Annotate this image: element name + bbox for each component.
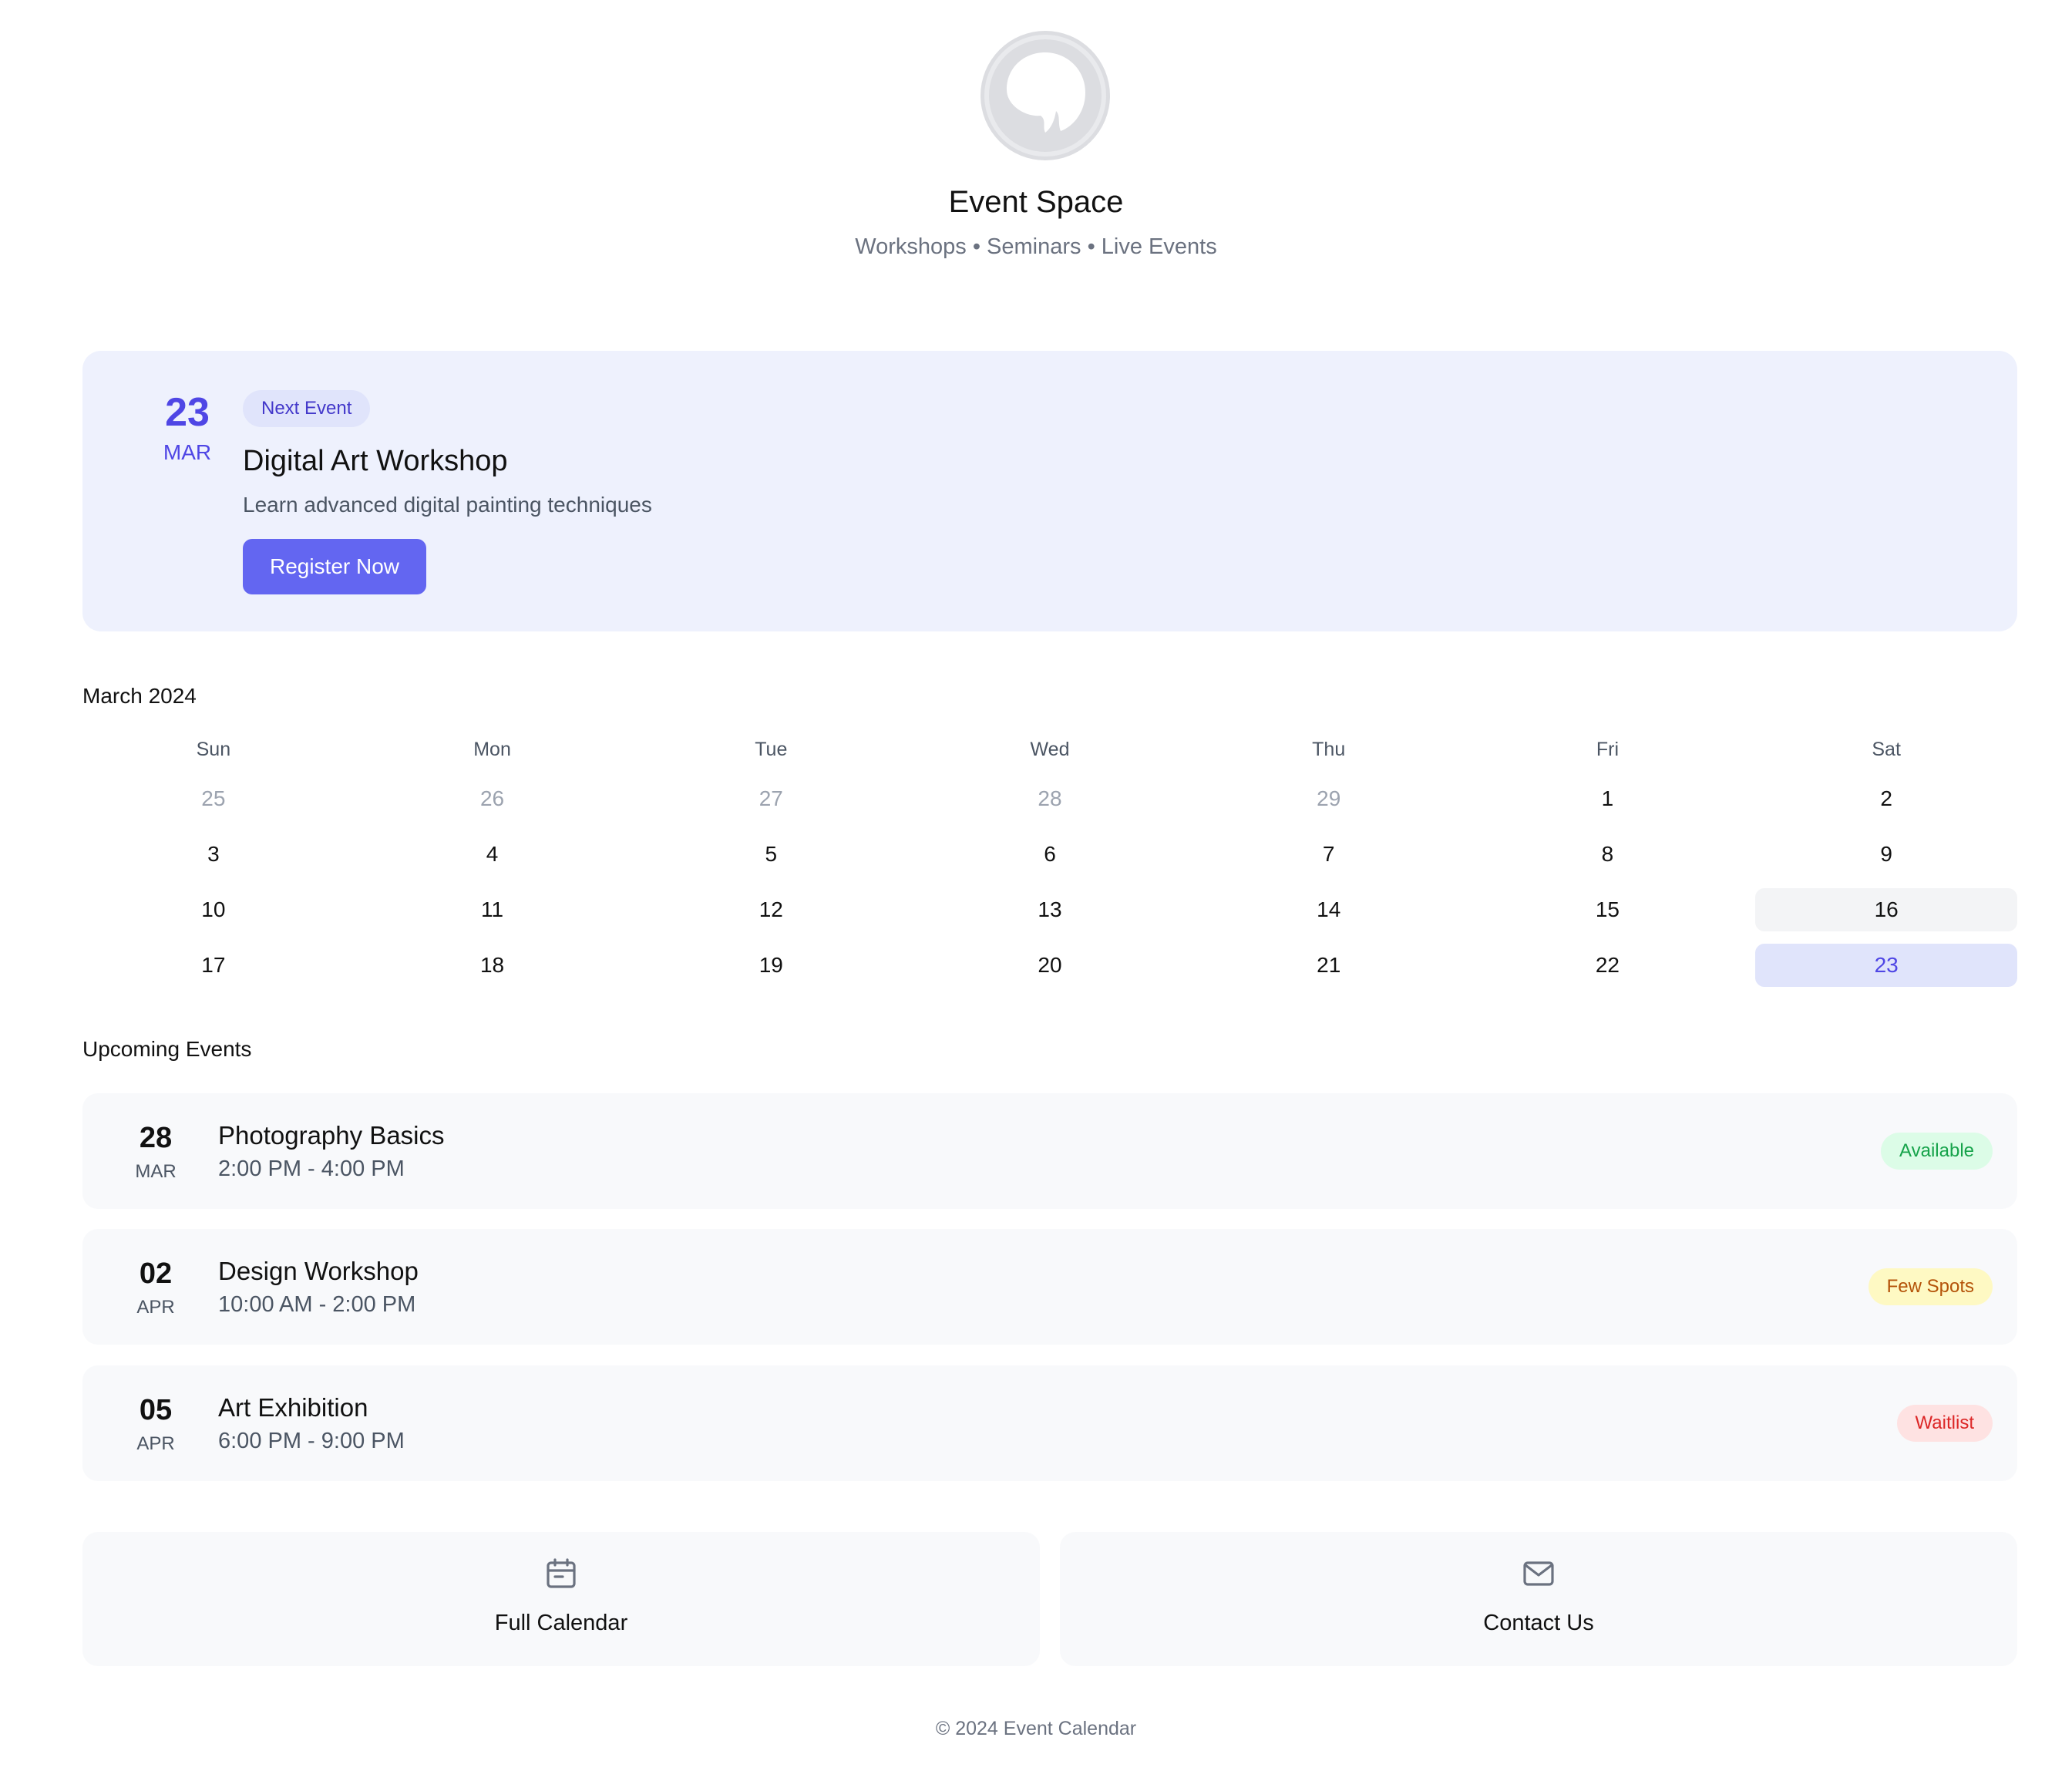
contact-us-button[interactable]: Contact Us — [1060, 1532, 2017, 1666]
featured-event-day: 23 — [165, 390, 210, 435]
event-month: APR — [136, 1433, 175, 1454]
status-badge: Waitlist — [1896, 1405, 1993, 1442]
mail-icon — [1060, 1555, 2017, 1592]
calendar-day: 27 — [758, 786, 783, 810]
site-title: Event Space — [948, 185, 1124, 219]
event-month: MAR — [135, 1161, 177, 1182]
status-badge: Available — [1881, 1133, 1993, 1170]
calendar-day[interactable]: 20 — [919, 944, 1181, 987]
weekday-label: Sun — [196, 739, 231, 760]
featured-event-description: Learn advanced digital painting techniqu… — [243, 493, 652, 517]
featured-event-card: 23 MAR Next Event Digital Art Workshop L… — [82, 351, 2017, 631]
calendar-day[interactable]: 13 — [919, 888, 1181, 931]
status-badge: Few Spots — [1868, 1268, 1993, 1305]
next-event-badge: Next Event — [243, 390, 371, 427]
weekday-label: Tue — [755, 739, 788, 760]
weekday-label: Wed — [1030, 739, 1070, 760]
event-time: 6:00 PM - 9:00 PM — [218, 1429, 405, 1453]
weekday-label: Mon — [473, 739, 511, 760]
calendar-weekday-header: Sun Mon Tue Wed Thu Fri Sat — [82, 734, 2017, 765]
event-name: Photography Basics — [218, 1121, 445, 1150]
calendar-month-title: March 2024 — [82, 684, 197, 708]
contact-us-label: Contact Us — [1483, 1611, 1594, 1635]
calendar-day-selected[interactable]: 23 — [1755, 944, 2017, 987]
calendar-day[interactable]: 5 — [640, 833, 902, 876]
footer-copyright: © 2024 Event Calendar — [935, 1718, 1137, 1739]
calendar-day[interactable]: 18 — [362, 944, 624, 987]
calendar-day[interactable]: 21 — [1198, 944, 1460, 987]
calendar-day[interactable]: 6 — [919, 833, 1181, 876]
weekday-label: Fri — [1596, 739, 1619, 760]
event-name: Art Exhibition — [218, 1393, 368, 1422]
calendar-day: 29 — [1317, 786, 1341, 810]
event-item-photography-basics[interactable]: 28 MAR Photography Basics 2:00 PM - 4:00… — [82, 1093, 2017, 1209]
calendar-day[interactable]: 11 — [362, 888, 624, 931]
event-time: 2:00 PM - 4:00 PM — [218, 1156, 405, 1181]
event-day: 02 — [139, 1257, 173, 1290]
weekday-label: Sat — [1872, 739, 1901, 760]
calendar-day[interactable]: 12 — [640, 888, 902, 931]
calendar-icon — [82, 1555, 1040, 1592]
calendar-day[interactable]: 4 — [362, 833, 624, 876]
featured-event-month: MAR — [163, 440, 212, 464]
event-time: 10:00 AM - 2:00 PM — [218, 1292, 416, 1317]
calendar-day: 28 — [1038, 786, 1062, 810]
event-name: Design Workshop — [218, 1257, 419, 1285]
calendar-day[interactable]: 15 — [1477, 888, 1739, 931]
event-day: 05 — [139, 1394, 173, 1426]
event-month: APR — [136, 1297, 175, 1318]
calendar-day-today[interactable]: 16 — [1755, 888, 2017, 931]
site-tagline: Workshops • Seminars • Live Events — [855, 234, 1217, 259]
calendar-day[interactable]: 9 — [1755, 833, 2017, 876]
full-calendar-button[interactable]: Full Calendar — [82, 1532, 1040, 1666]
calendar-day[interactable]: 3 — [82, 833, 345, 876]
calendar-day[interactable]: 19 — [640, 944, 902, 987]
calendar-day[interactable]: 2 — [1755, 777, 2017, 820]
upcoming-events-title: Upcoming Events — [82, 1037, 252, 1061]
featured-event-title: Digital Art Workshop — [243, 445, 508, 477]
calendar-day[interactable]: 7 — [1198, 833, 1460, 876]
profile-avatar — [980, 31, 1110, 160]
event-day: 28 — [139, 1122, 173, 1154]
page: Event Space Workshops • Seminars • Live … — [0, 0, 2072, 1781]
event-item-design-workshop[interactable]: 02 APR Design Workshop 10:00 AM - 2:00 P… — [82, 1229, 2017, 1345]
calendar-day: 26 — [479, 786, 505, 810]
calendar-day[interactable]: 10 — [82, 888, 345, 931]
calendar-day[interactable]: 22 — [1477, 944, 1739, 987]
calendar-day[interactable]: 1 — [1477, 777, 1739, 820]
calendar-day: 25 — [201, 786, 226, 810]
calendar-day[interactable]: 8 — [1477, 833, 1739, 876]
avatar-placeholder-icon — [984, 34, 1107, 157]
event-item-art-exhibition[interactable]: 05 APR Art Exhibition 6:00 PM - 9:00 PM … — [82, 1365, 2017, 1481]
calendar-day-grid: 25 26 27 28 29 1 2 3 4 5 6 7 8 9 10 11 12 13 14 15 16 17 18 19 2… — [82, 777, 2017, 987]
weekday-label: Thu — [1312, 739, 1346, 760]
full-calendar-label: Full Calendar — [494, 1611, 628, 1635]
calendar-day[interactable]: 14 — [1198, 888, 1460, 931]
calendar-day[interactable]: 17 — [82, 944, 345, 987]
register-now-button[interactable]: Register Now — [243, 539, 426, 594]
